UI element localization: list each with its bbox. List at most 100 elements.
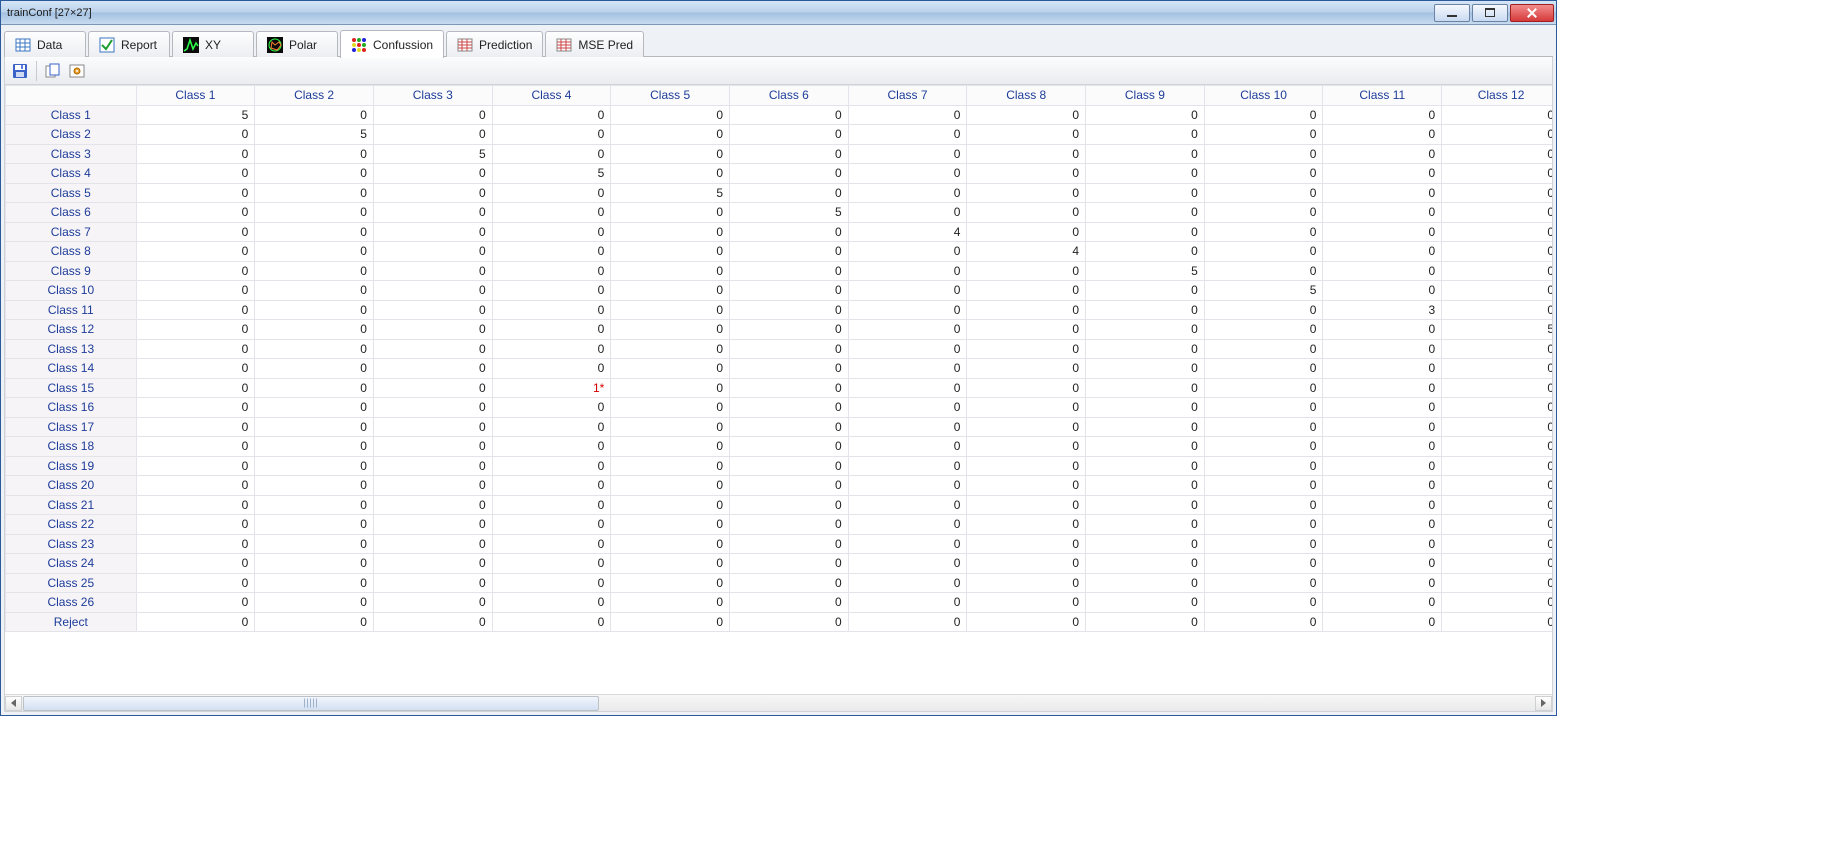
corner-header[interactable] (6, 86, 137, 106)
cell[interactable]: 0 (967, 515, 1086, 535)
cell[interactable]: 0 (1442, 534, 1552, 554)
cell[interactable]: 0 (136, 261, 255, 281)
cell[interactable]: 0 (611, 573, 730, 593)
cell[interactable]: 0 (136, 456, 255, 476)
cell[interactable]: 0 (255, 203, 374, 223)
cell[interactable]: 0 (1086, 398, 1205, 418)
cell[interactable]: 0 (730, 339, 849, 359)
cell[interactable]: 5 (136, 105, 255, 125)
cell[interactable]: 0 (255, 378, 374, 398)
row-header[interactable]: Class 2 (6, 125, 137, 145)
cell[interactable]: 0 (1204, 573, 1323, 593)
cell[interactable]: 0 (730, 554, 849, 574)
window-minimize-button[interactable] (1434, 4, 1470, 22)
cell[interactable]: 0 (1442, 417, 1552, 437)
row-header[interactable]: Class 7 (6, 222, 137, 242)
cell[interactable]: 0 (967, 222, 1086, 242)
cell[interactable]: 0 (1086, 359, 1205, 379)
cell[interactable]: 0 (492, 144, 611, 164)
cell[interactable]: 0 (373, 281, 492, 301)
cell[interactable]: 0 (848, 417, 967, 437)
cell[interactable]: 0 (1323, 164, 1442, 184)
cell[interactable]: 0 (848, 281, 967, 301)
cell[interactable]: 0 (492, 261, 611, 281)
row-header[interactable]: Class 16 (6, 398, 137, 418)
cell[interactable]: 0 (730, 300, 849, 320)
cell[interactable]: 0 (848, 515, 967, 535)
cell[interactable]: 0 (1086, 242, 1205, 262)
cell[interactable]: 0 (967, 105, 1086, 125)
cell[interactable]: 0 (255, 183, 374, 203)
cell[interactable]: 0 (255, 339, 374, 359)
scroll-right-button[interactable] (1535, 696, 1552, 711)
cell[interactable]: 0 (1323, 339, 1442, 359)
column-header[interactable]: Class 3 (373, 86, 492, 106)
cell[interactable]: 0 (1204, 105, 1323, 125)
cell[interactable]: 0 (492, 125, 611, 145)
cell[interactable]: 0 (1442, 300, 1552, 320)
cell[interactable]: 0 (611, 105, 730, 125)
cell[interactable]: 0 (255, 164, 374, 184)
scrollbar-track[interactable] (23, 696, 1534, 711)
cell[interactable]: 0 (611, 398, 730, 418)
cell[interactable]: 0 (136, 183, 255, 203)
cell[interactable]: 0 (967, 164, 1086, 184)
cell[interactable]: 0 (1204, 437, 1323, 457)
cell[interactable]: 0 (136, 300, 255, 320)
cell[interactable]: 0 (255, 456, 374, 476)
cell[interactable]: 0 (492, 320, 611, 340)
cell[interactable]: 0 (1204, 144, 1323, 164)
row-header[interactable]: Class 24 (6, 554, 137, 574)
cell[interactable]: 0 (373, 476, 492, 496)
cell[interactable]: 0 (1204, 203, 1323, 223)
cell[interactable]: 0 (1204, 359, 1323, 379)
cell[interactable]: 0 (1086, 476, 1205, 496)
cell[interactable]: 0 (255, 320, 374, 340)
cell[interactable]: 0 (730, 125, 849, 145)
row-header[interactable]: Class 26 (6, 593, 137, 613)
cell[interactable]: 0 (967, 612, 1086, 632)
cell[interactable]: 0 (1323, 534, 1442, 554)
horizontal-scrollbar[interactable] (5, 694, 1552, 711)
cell[interactable]: 0 (1204, 515, 1323, 535)
cell[interactable]: 0 (1323, 320, 1442, 340)
cell[interactable]: 0 (1204, 164, 1323, 184)
cell[interactable]: 0 (967, 359, 1086, 379)
cell[interactable]: 0 (373, 183, 492, 203)
cell[interactable]: 0 (967, 495, 1086, 515)
cell[interactable]: 5 (611, 183, 730, 203)
cell[interactable]: 0 (1323, 573, 1442, 593)
cell[interactable]: 0 (1442, 339, 1552, 359)
cell[interactable]: 0 (255, 437, 374, 457)
cell[interactable]: 0 (1086, 437, 1205, 457)
cell[interactable]: 0 (1204, 593, 1323, 613)
row-header[interactable]: Class 13 (6, 339, 137, 359)
cell[interactable]: 0 (967, 476, 1086, 496)
row-header[interactable]: Reject (6, 612, 137, 632)
column-header[interactable]: Class 4 (492, 86, 611, 106)
cell[interactable]: 0 (611, 378, 730, 398)
cell[interactable]: 0 (373, 554, 492, 574)
cell[interactable]: 0 (1086, 125, 1205, 145)
column-header[interactable]: Class 9 (1086, 86, 1205, 106)
cell[interactable]: 0 (730, 183, 849, 203)
cell[interactable]: 0 (611, 534, 730, 554)
cell[interactable]: 0 (611, 417, 730, 437)
cell[interactable]: 0 (1323, 456, 1442, 476)
cell[interactable]: 1* (492, 378, 611, 398)
row-header[interactable]: Class 11 (6, 300, 137, 320)
cell[interactable]: 0 (1323, 437, 1442, 457)
cell[interactable]: 0 (373, 125, 492, 145)
cell[interactable]: 0 (1442, 222, 1552, 242)
row-header[interactable]: Class 1 (6, 105, 137, 125)
cell[interactable]: 0 (967, 144, 1086, 164)
cell[interactable]: 0 (967, 339, 1086, 359)
cell[interactable]: 0 (1442, 495, 1552, 515)
scrollbar-thumb[interactable] (23, 696, 599, 711)
cell[interactable]: 0 (967, 417, 1086, 437)
cell[interactable]: 0 (1204, 554, 1323, 574)
cell[interactable]: 0 (373, 359, 492, 379)
cell[interactable]: 0 (967, 554, 1086, 574)
cell[interactable]: 0 (492, 476, 611, 496)
cell[interactable]: 0 (255, 612, 374, 632)
